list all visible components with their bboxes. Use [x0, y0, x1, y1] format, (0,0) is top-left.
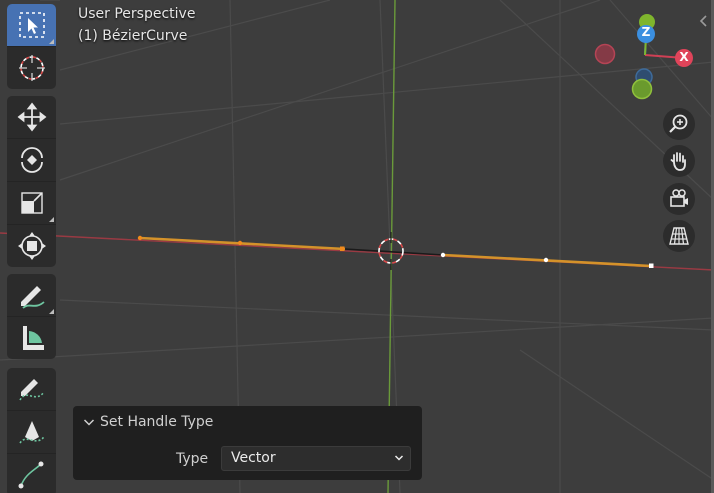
measure-ruler-icon: [22, 326, 44, 350]
chevron-down-icon: [83, 419, 95, 426]
active-object-name: (1) BézierCurve: [78, 28, 188, 44]
pan-button[interactable]: [663, 145, 695, 177]
chevron-down-icon: [393, 451, 405, 469]
move-icon: [17, 102, 46, 132]
draw-curve-icon: [18, 379, 45, 401]
rotate-icon: [20, 147, 43, 173]
type-dropdown[interactable]: Vector: [221, 446, 411, 471]
perspective-toggle-button[interactable]: [663, 220, 695, 252]
gizmo-x-label[interactable]: X: [679, 50, 688, 64]
scale-icon: [20, 192, 43, 214]
tool-group-annotate: [7, 274, 56, 359]
tool-group-select: [7, 4, 56, 89]
redo-operator-panel: Set Handle Type Type Vector: [73, 406, 422, 480]
curve-tilt-icon: [18, 461, 43, 489]
gizmo-z-label[interactable]: Z: [642, 25, 651, 39]
annotate-pencil-icon: [20, 286, 45, 309]
camera-view-button[interactable]: [663, 183, 695, 215]
transform-tool[interactable]: [7, 224, 56, 267]
3d-viewport[interactable]: Z X User Perspective (1) BézierCurve Set…: [0, 0, 714, 493]
transform-icon: [17, 232, 46, 260]
scale-tool[interactable]: [7, 181, 56, 224]
select-box-tool[interactable]: [7, 4, 56, 46]
tool-group-curve: [7, 368, 56, 493]
annotate-tool[interactable]: [7, 274, 56, 316]
draw-tool[interactable]: [7, 368, 56, 410]
pen-tool[interactable]: [7, 410, 56, 453]
move-tool[interactable]: [7, 96, 56, 138]
tool-shelf: [0, 0, 62, 493]
zoom-button[interactable]: [663, 108, 695, 140]
operator-panel-header[interactable]: Set Handle Type: [81, 412, 213, 432]
measure-tool[interactable]: [7, 316, 56, 359]
pen-nib-icon: [18, 421, 45, 444]
view-name: User Perspective: [78, 6, 196, 22]
type-label: Type: [176, 451, 209, 467]
hand-pan-icon: [670, 152, 686, 171]
camera-icon: [670, 189, 688, 207]
zoom-icon: [669, 114, 688, 133]
select-box-icon: [18, 12, 45, 38]
type-dropdown-value: Vector: [231, 450, 276, 466]
grid-perspective-icon: [669, 227, 689, 245]
rotate-tool[interactable]: [7, 138, 56, 181]
tool-group-transform: [7, 96, 56, 267]
cursor-tool[interactable]: [7, 46, 56, 89]
curve-tilt-tool[interactable]: [7, 453, 56, 493]
cursor-icon: [18, 55, 45, 81]
operator-panel-title: Set Handle Type: [100, 414, 214, 430]
